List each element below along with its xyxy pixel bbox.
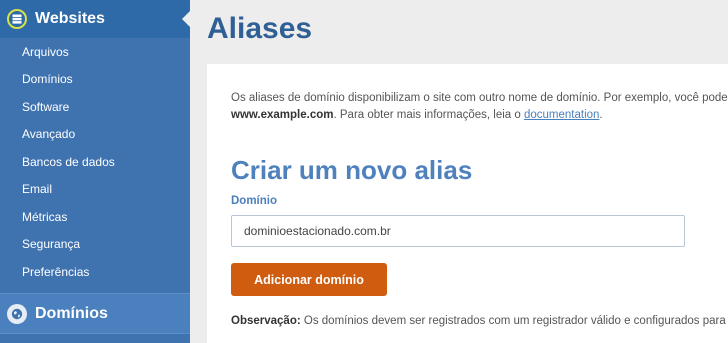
sidebar-next-section: [0, 333, 190, 343]
sidebar-item-avancado[interactable]: Avançado: [0, 121, 190, 149]
note-label: Observação:: [231, 315, 301, 327]
domain-input[interactable]: [231, 215, 685, 247]
documentation-link[interactable]: documentation: [524, 109, 599, 121]
sidebar-item-arquivos[interactable]: Arquivos: [0, 38, 190, 66]
sidebar-item-dominios[interactable]: Domínios: [0, 66, 190, 94]
note-text: Os domínios devem ser registrados com um…: [300, 315, 728, 327]
server-icon: [7, 9, 27, 29]
sidebar-menu: Arquivos Domínios Software Avançado Banc…: [0, 38, 190, 286]
sidebar-item-software[interactable]: Software: [0, 93, 190, 121]
active-pointer: [182, 10, 191, 28]
note: Observação: Os domínios devem ser regist…: [231, 315, 728, 327]
globe-icon: [7, 303, 27, 324]
example-domain: www.example.com: [231, 109, 334, 121]
sidebar-item-seguranca[interactable]: Segurança: [0, 231, 190, 259]
description-text: Os aliases de domínio disponibilizam o s…: [231, 92, 728, 104]
sidebar-section-title: Domínios: [35, 304, 108, 322]
page-title: Aliases: [207, 12, 313, 45]
sidebar-item-email[interactable]: Email: [0, 176, 190, 204]
sidebar-section-dominios[interactable]: Domínios: [0, 293, 190, 333]
sidebar: Websites Arquivos Domínios Software Avan…: [0, 0, 191, 343]
description: Os aliases de domínio disponibilizam o s…: [231, 90, 728, 124]
sidebar-item-metricas[interactable]: Métricas: [0, 203, 190, 231]
domain-field-label: Domínio: [231, 195, 277, 207]
description-end: .: [599, 109, 603, 121]
sidebar-item-bancos-de-dados[interactable]: Bancos de dados: [0, 148, 190, 176]
add-domain-button[interactable]: Adicionar domínio: [231, 263, 387, 296]
section-title: Criar um novo alias: [231, 155, 473, 185]
sidebar-header-title: Websites: [35, 10, 105, 27]
description-text-2: . Para obter mais informações, leia o: [333, 109, 524, 121]
content-panel: Os aliases de domínio disponibilizam o s…: [207, 64, 728, 343]
sidebar-header-websites[interactable]: Websites: [0, 0, 191, 38]
sidebar-item-preferencias[interactable]: Preferências: [0, 258, 190, 286]
